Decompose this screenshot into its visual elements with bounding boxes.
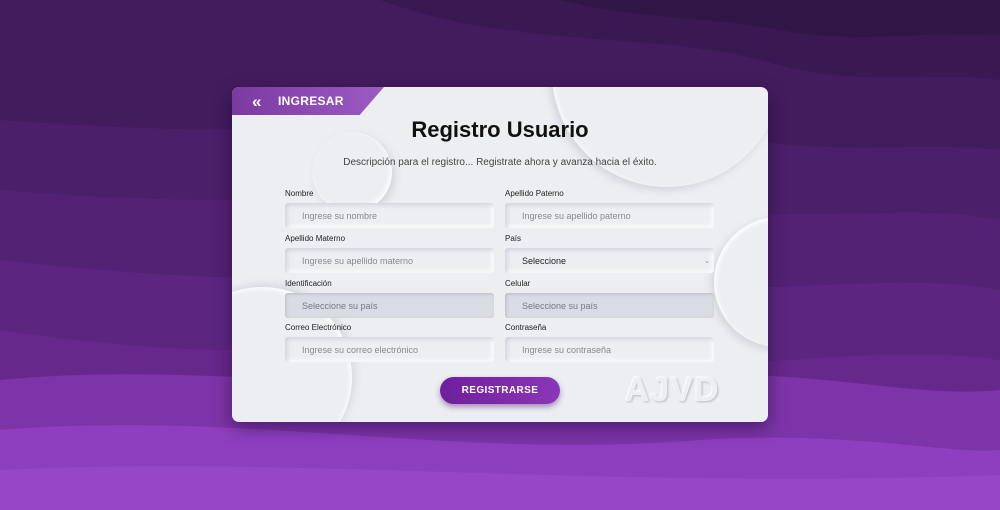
nombre-input[interactable]: Ingrese su nombre (285, 203, 494, 228)
celular-input[interactable]: Seleccione su país (505, 293, 714, 318)
apellido-materno-input[interactable]: Ingrese su apellido materno (285, 248, 494, 273)
nombre-field: Nombre Ingrese su nombre (285, 189, 494, 228)
back-to-login-label: INGRESAR (278, 94, 344, 108)
contrasena-input[interactable]: Ingrese su contraseña (505, 337, 714, 362)
celular-label: Celular (505, 279, 531, 288)
identificacion-label: Identificación (285, 279, 332, 288)
correo-input[interactable]: Ingrese su correo electrónico (285, 337, 494, 362)
apellido-paterno-label: Apellido Paterno (505, 189, 564, 198)
correo-field: Correo Electrónico Ingrese su correo ele… (285, 323, 494, 362)
correo-label: Correo Electrónico (285, 323, 352, 332)
back-to-login-button[interactable]: « INGRESAR (232, 87, 384, 115)
decorative-circle (714, 217, 768, 347)
nombre-label: Nombre (285, 189, 314, 198)
apellido-materno-field: Apellido Materno Ingrese su apellido mat… (285, 234, 494, 273)
brand-logo: AJVD (625, 371, 720, 409)
page-description: Descripción para el registro... Registra… (343, 157, 657, 168)
celular-field: Celular Seleccione su país (505, 279, 714, 318)
registrarse-button[interactable]: REGISTRARSE (440, 377, 560, 404)
apellido-paterno-field: Apellido Paterno Ingrese su apellido pat… (505, 189, 714, 228)
contrasena-field: Contraseña Ingrese su contraseña (505, 323, 714, 362)
page-title: Registro Usuario (411, 117, 589, 142)
pais-field: País Seleccione ⌄ (505, 234, 714, 273)
pais-select-value: Seleccione (522, 255, 567, 266)
apellido-materno-label: Apellido Materno (285, 234, 346, 243)
identificacion-input[interactable]: Seleccione su país (285, 293, 494, 318)
contrasena-label: Contraseña (505, 323, 547, 332)
double-chevron-left-icon: « (252, 91, 262, 111)
registration-card: « INGRESAR Registro Usuario Descripción … (232, 87, 768, 422)
pais-label: País (505, 234, 522, 243)
pais-select[interactable]: Seleccione ⌄ (505, 248, 714, 273)
chevron-down-icon: ⌄ (704, 257, 710, 265)
apellido-paterno-input[interactable]: Ingrese su apellido paterno (505, 203, 714, 228)
identificacion-field: Identificación Seleccione su país (285, 279, 494, 318)
